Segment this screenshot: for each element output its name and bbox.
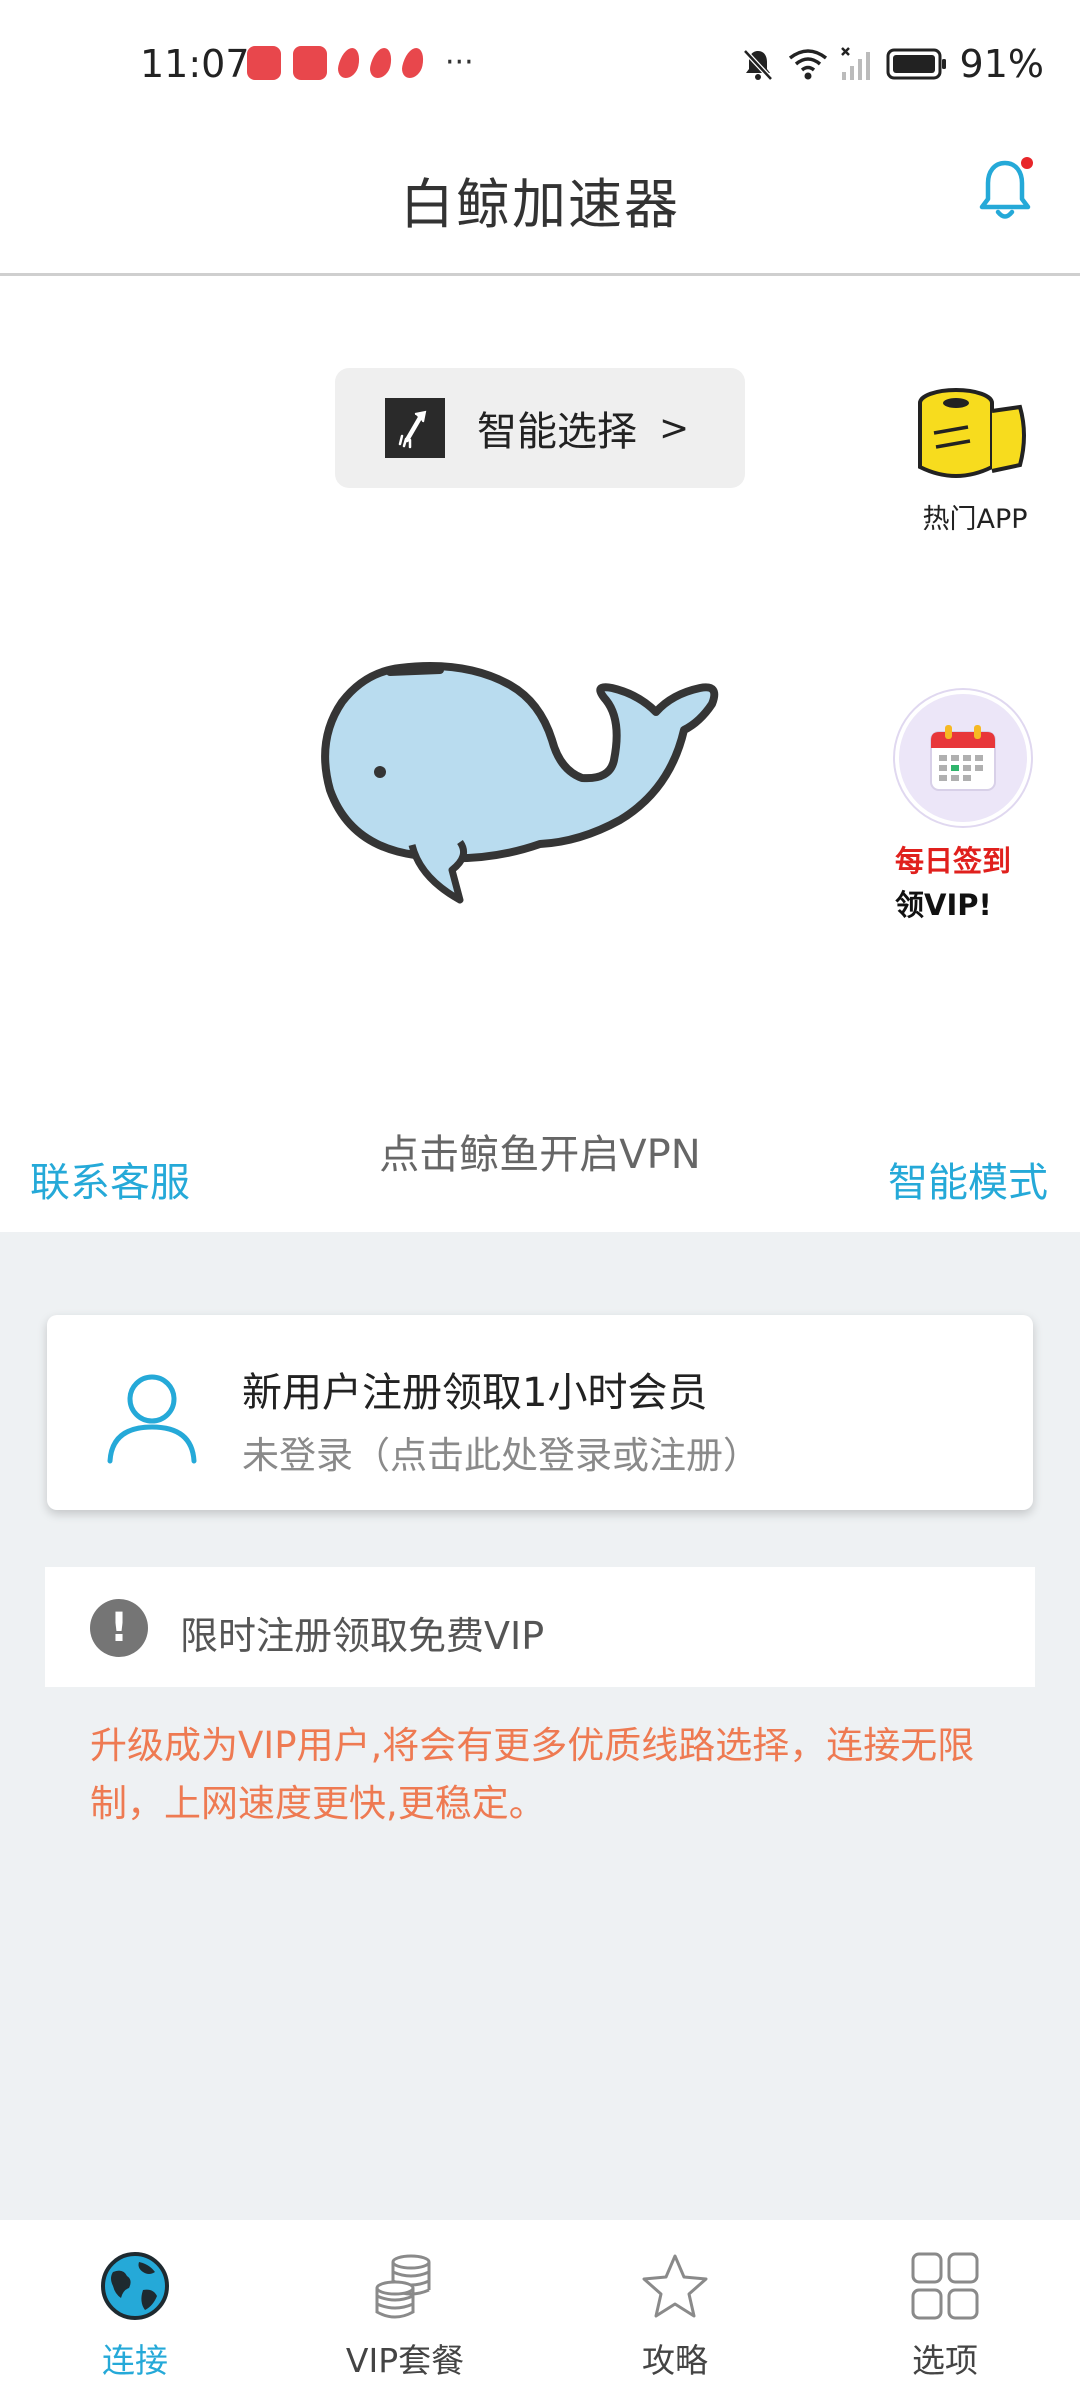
smart-mode-link[interactable]: 智能模式 (888, 1150, 1048, 1208)
tab-label: 选项 (912, 2341, 978, 2380)
app-notification-icon (367, 48, 395, 78)
tab-label: 攻略 (642, 2341, 708, 2380)
lower-section: 新用户注册领取1小时会员 未登录（点击此处登录或注册） ! 限时注册领取免费VI… (0, 1232, 1080, 2220)
user-icon (107, 1374, 197, 1464)
server-label: 智能选择 (477, 409, 637, 455)
tab-vip-plans[interactable]: VIP套餐 (270, 2220, 540, 2400)
promo-text: 升级成为VIP用户,将会有更多优质线路选择，连接无限制，上网速度更快,更稳定。 (90, 1724, 975, 1825)
notification-icons: ··· (247, 46, 474, 80)
grid-icon (911, 2252, 979, 2320)
tab-label: VIP套餐 (345, 2341, 465, 2380)
battery-icon (886, 48, 946, 80)
daily-checkin-button[interactable]: 每日签到 领VIP! (895, 690, 1045, 924)
status-time: 11:07 (140, 42, 250, 86)
bell-muted-icon (742, 49, 773, 81)
hot-app-icon (918, 388, 1026, 478)
huawei-app-notification-icon (247, 46, 281, 80)
whale-connect-button[interactable] (320, 660, 760, 940)
checkin-badge (895, 690, 1031, 826)
coins-icon (375, 2254, 431, 2319)
status-right: 91% (740, 42, 1044, 86)
server-select-button[interactable]: 智能选择 > (335, 368, 745, 488)
tab-options[interactable]: 选项 (810, 2220, 1080, 2400)
alert-icon: ! (90, 1599, 148, 1657)
more-notifications-icon: ··· (445, 45, 474, 80)
checkin-subtitle: 领VIP! (895, 888, 992, 922)
huawei-app-notification-icon (293, 46, 327, 80)
notice-text: 限时注册领取免费VIP (180, 1614, 545, 1658)
app-title: 白鲸加速器 (400, 173, 680, 236)
bell-icon[interactable] (975, 155, 1035, 225)
calendar-icon (930, 725, 996, 791)
bottom-tab-bar: 连接 VIP套餐 攻略 选项 (0, 2220, 1080, 2400)
hot-app-label: 热门APP (922, 504, 1028, 535)
notice-bar[interactable]: ! 限时注册领取免费VIP (45, 1567, 1035, 1687)
status-bar: 11:07 ··· 91% (0, 0, 1080, 120)
app-notification-icon (335, 48, 363, 78)
contact-support-link[interactable]: 联系客服 (30, 1150, 190, 1208)
tab-connect[interactable]: 连接 (0, 2220, 270, 2400)
battery-level: 91% (959, 42, 1044, 86)
checkin-title: 每日签到 (895, 844, 1012, 878)
tab-label: 连接 (102, 2341, 168, 2380)
login-card-title: 新用户注册领取1小时会员 (242, 1370, 708, 1416)
star-icon (642, 2254, 708, 2318)
smart-select-icon (385, 398, 445, 458)
login-card[interactable]: 新用户注册领取1小时会员 未登录（点击此处登录或注册） (47, 1315, 1033, 1510)
chevron-right-icon: > (659, 407, 690, 449)
signal-icon (840, 47, 870, 80)
globe-icon (101, 2252, 169, 2320)
tab-guide[interactable]: 攻略 (540, 2220, 810, 2400)
login-card-subtitle: 未登录（点击此处登录或注册） (242, 1434, 760, 1477)
app-notification-icon (399, 48, 427, 78)
hot-app-button[interactable]: 热门APP (910, 385, 1040, 536)
wifi-icon (788, 49, 827, 80)
app-header: 白鲸加速器 (0, 120, 1080, 276)
